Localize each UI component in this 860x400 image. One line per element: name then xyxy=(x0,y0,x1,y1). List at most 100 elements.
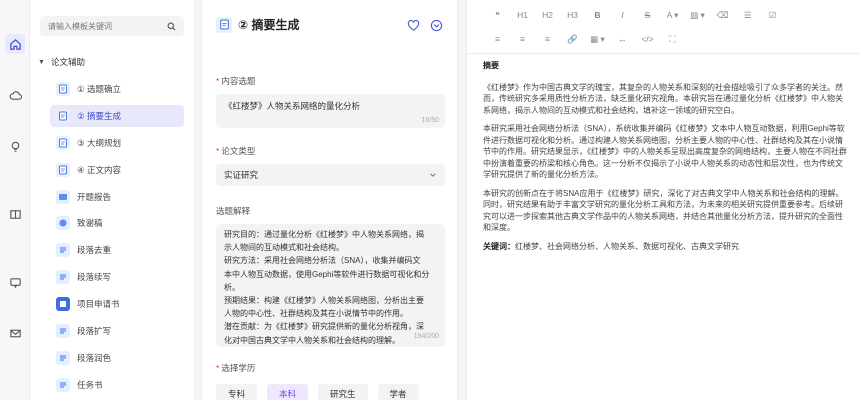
topic-field[interactable]: 《红楼梦》人物关系网络的量化分析 16/50 xyxy=(216,94,445,128)
explain-line: 本中人物互动数据，使用Gephi等软件进行数据可视化和分 xyxy=(224,269,430,279)
explain-field[interactable]: 研究目的：通过量化分析《红楼梦》中人物关系网络，揭 示人物间的互动模式和社会结构… xyxy=(216,224,445,347)
template-list: ① 选题确立 ② 摘要生成 ③ 大纲规划 ④ 正文内容 开题报告 致谢稿 段落去… xyxy=(50,78,184,400)
sidebar-item-thanks[interactable]: 致谢稿 xyxy=(50,212,184,234)
heart-icon[interactable] xyxy=(407,19,420,32)
highlight-button[interactable]: ▨ ▾ xyxy=(685,8,710,22)
document-icon xyxy=(56,108,70,123)
sidebar-item-continue[interactable]: 段落续写 xyxy=(50,266,184,288)
sidebar-item-label: ② 摘要生成 xyxy=(77,110,121,121)
search-input[interactable] xyxy=(48,21,158,31)
align-left-icon[interactable]: ≡ xyxy=(485,32,510,46)
clear-format-icon[interactable]: ⌫ xyxy=(710,8,735,22)
page-title: ② 摘要生成 xyxy=(238,18,300,32)
explain-line: 潜在贡献：为《红楼梦》研究提供新的量化分析视角，深 xyxy=(224,322,424,332)
dedupe-icon xyxy=(56,243,70,258)
thanks-icon xyxy=(56,216,70,231)
polish-icon xyxy=(56,350,70,365)
application-icon xyxy=(56,297,70,312)
explain-line: 析。 xyxy=(224,282,240,292)
sidebar-item-application[interactable]: 项目申请书 xyxy=(50,293,184,315)
topic-value: 《红楼梦》人物关系网络的量化分析 xyxy=(224,101,361,111)
keywords-label: 关键词： xyxy=(483,241,515,251)
align-right-icon[interactable]: ≡ xyxy=(535,32,560,46)
document-body[interactable]: 摘要 《红楼梦》作为中国古典文学的瑰宝，其复杂的人物关系和深刻的社会描绘吸引了众… xyxy=(483,58,849,259)
chevron-down-icon xyxy=(430,173,436,177)
caret-down-icon: ▼ xyxy=(38,58,45,66)
header-actions xyxy=(407,19,443,32)
form-panel: ② 摘要生成 * 内容选题 《红楼梦》人物关系网络的量化分析 16/50 * 论文类… xyxy=(201,0,458,400)
editor-panel: ❝ H1 H2 H3 B I S A ▾ ▨ ▾ ⌫ ☰ ☑ ≡ ≡ ≡ 🔗 ▦… xyxy=(466,0,860,400)
toolbar-row-1: ❝ H1 H2 H3 B I S A ▾ ▨ ▾ ⌫ ☰ ☑ xyxy=(485,8,785,22)
code-icon[interactable]: </> xyxy=(635,32,660,46)
font-color-button[interactable]: A ▾ xyxy=(660,8,685,22)
table-icon[interactable]: ▦ ▾ xyxy=(585,32,610,46)
keywords-value: 红楼梦、社会网络分析、人物关系、数据可视化、古典文学研究 xyxy=(515,241,739,251)
section-toggle[interactable]: ▼ 论文辅助 xyxy=(38,56,85,68)
explain-line: 研究目的：通过量化分析《红楼梦》中人物关系网络，揭 xyxy=(224,230,424,239)
explain-label: 选题解释 xyxy=(216,206,251,216)
heading1-button[interactable]: H1 xyxy=(510,8,535,22)
search-icon[interactable] xyxy=(167,22,176,31)
heading3-button[interactable]: H3 xyxy=(560,8,585,22)
document-icon xyxy=(216,16,232,33)
sidebar-item-expand[interactable]: 段落扩写 xyxy=(50,320,184,342)
sidebar-item-task[interactable]: 任务书 xyxy=(50,374,184,396)
explain-line: 人物的中心性、社群结构及其在小说情节中的作用。 xyxy=(224,309,408,319)
continue-icon xyxy=(56,270,70,285)
degree-option-junior[interactable]: 专科 xyxy=(216,384,258,400)
checklist-icon[interactable]: ☑ xyxy=(760,8,785,22)
document-icon xyxy=(56,135,70,150)
divider-icon[interactable]: ↔ xyxy=(610,32,635,46)
fullscreen-icon[interactable]: ⛶ xyxy=(660,32,685,46)
sidebar-item-label: 项目申请书 xyxy=(77,299,120,310)
form-header: ② 摘要生成 xyxy=(216,16,300,33)
sidebar-item-label: ① 选题确立 xyxy=(77,84,121,94)
degree-option-bachelor[interactable]: 本科 xyxy=(267,384,309,400)
document-icon xyxy=(56,82,70,96)
template-search[interactable] xyxy=(40,16,184,36)
heading2-button[interactable]: H2 xyxy=(535,8,560,22)
sidebar-item-label: 段落润色 xyxy=(77,352,112,363)
degree-option-graduate[interactable]: 研究生 xyxy=(318,384,368,400)
bold-button[interactable]: B xyxy=(585,8,610,22)
type-select[interactable]: 实证研究 xyxy=(216,164,445,186)
sidebar-item-label: ③ 大纲规划 xyxy=(77,137,121,148)
quote-icon[interactable]: ❝ xyxy=(485,8,510,22)
bulb-icon[interactable] xyxy=(5,136,25,156)
icon-rail xyxy=(0,0,30,400)
template-sidebar: ▼ 论文辅助 ① 选题确立 ② 摘要生成 ③ 大纲规划 ④ 正文内容 开题报告 … xyxy=(30,0,195,400)
explain-line: 研究方法：采用社会网络分析法（SNA），收集并编码文 xyxy=(224,256,421,266)
book-icon[interactable] xyxy=(5,204,25,224)
sidebar-item-outline[interactable]: ③ 大纲规划 xyxy=(50,132,184,154)
sidebar-item-abstract[interactable]: ② 摘要生成 xyxy=(50,104,184,127)
document-icon xyxy=(56,162,70,177)
degree-option-scholar[interactable]: 学者 xyxy=(377,384,419,400)
sidebar-item-proposal[interactable]: 开题报告 xyxy=(50,186,184,208)
align-center-icon[interactable]: ≡ xyxy=(510,32,535,46)
sidebar-item-label: ④ 正文内容 xyxy=(77,164,121,175)
explain-line: 化对中国古典文学中人物关系和社会结构的理解。 xyxy=(224,335,400,345)
sidebar-item-label: 致谢稿 xyxy=(77,218,103,229)
degree-options: 专科 本科 研究生 学者 xyxy=(216,384,419,400)
mail-icon[interactable] xyxy=(5,323,25,343)
document-heading: 摘要 xyxy=(483,61,499,70)
message-icon[interactable] xyxy=(5,272,25,292)
expand-icon xyxy=(56,324,70,339)
sidebar-item-topic[interactable]: ① 选题确立 xyxy=(50,78,184,100)
cloud-icon[interactable] xyxy=(5,85,25,105)
list-icon[interactable]: ☰ xyxy=(735,8,760,22)
char-count: 194/200 xyxy=(413,332,439,340)
document-paragraph: 《红楼梦》作为中国古典文学的瑰宝，其复杂的人物关系和深刻的社会描绘吸引了众多学者… xyxy=(483,82,843,115)
home-icon[interactable] xyxy=(5,34,25,54)
toolbar-row-2: ≡ ≡ ≡ 🔗 ▦ ▾ ↔ </> ⛶ xyxy=(485,32,685,46)
link-icon[interactable]: 🔗 xyxy=(560,32,585,46)
keywords-line: 关键词：红楼梦、社会网络分析、人物关系、数据可视化、古典文学研究 xyxy=(483,241,849,253)
sidebar-item-polish[interactable]: 段落润色 xyxy=(50,347,184,369)
sidebar-item-label: 段落扩写 xyxy=(77,326,112,337)
sidebar-item-label: 段落去重 xyxy=(77,245,112,256)
strikethrough-button[interactable]: S xyxy=(635,8,660,22)
italic-button[interactable]: I xyxy=(610,8,635,22)
sidebar-item-dedupe[interactable]: 段落去重 xyxy=(50,239,184,261)
sidebar-item-body[interactable]: ④ 正文内容 xyxy=(50,159,184,181)
chevron-down-icon[interactable] xyxy=(430,19,443,32)
